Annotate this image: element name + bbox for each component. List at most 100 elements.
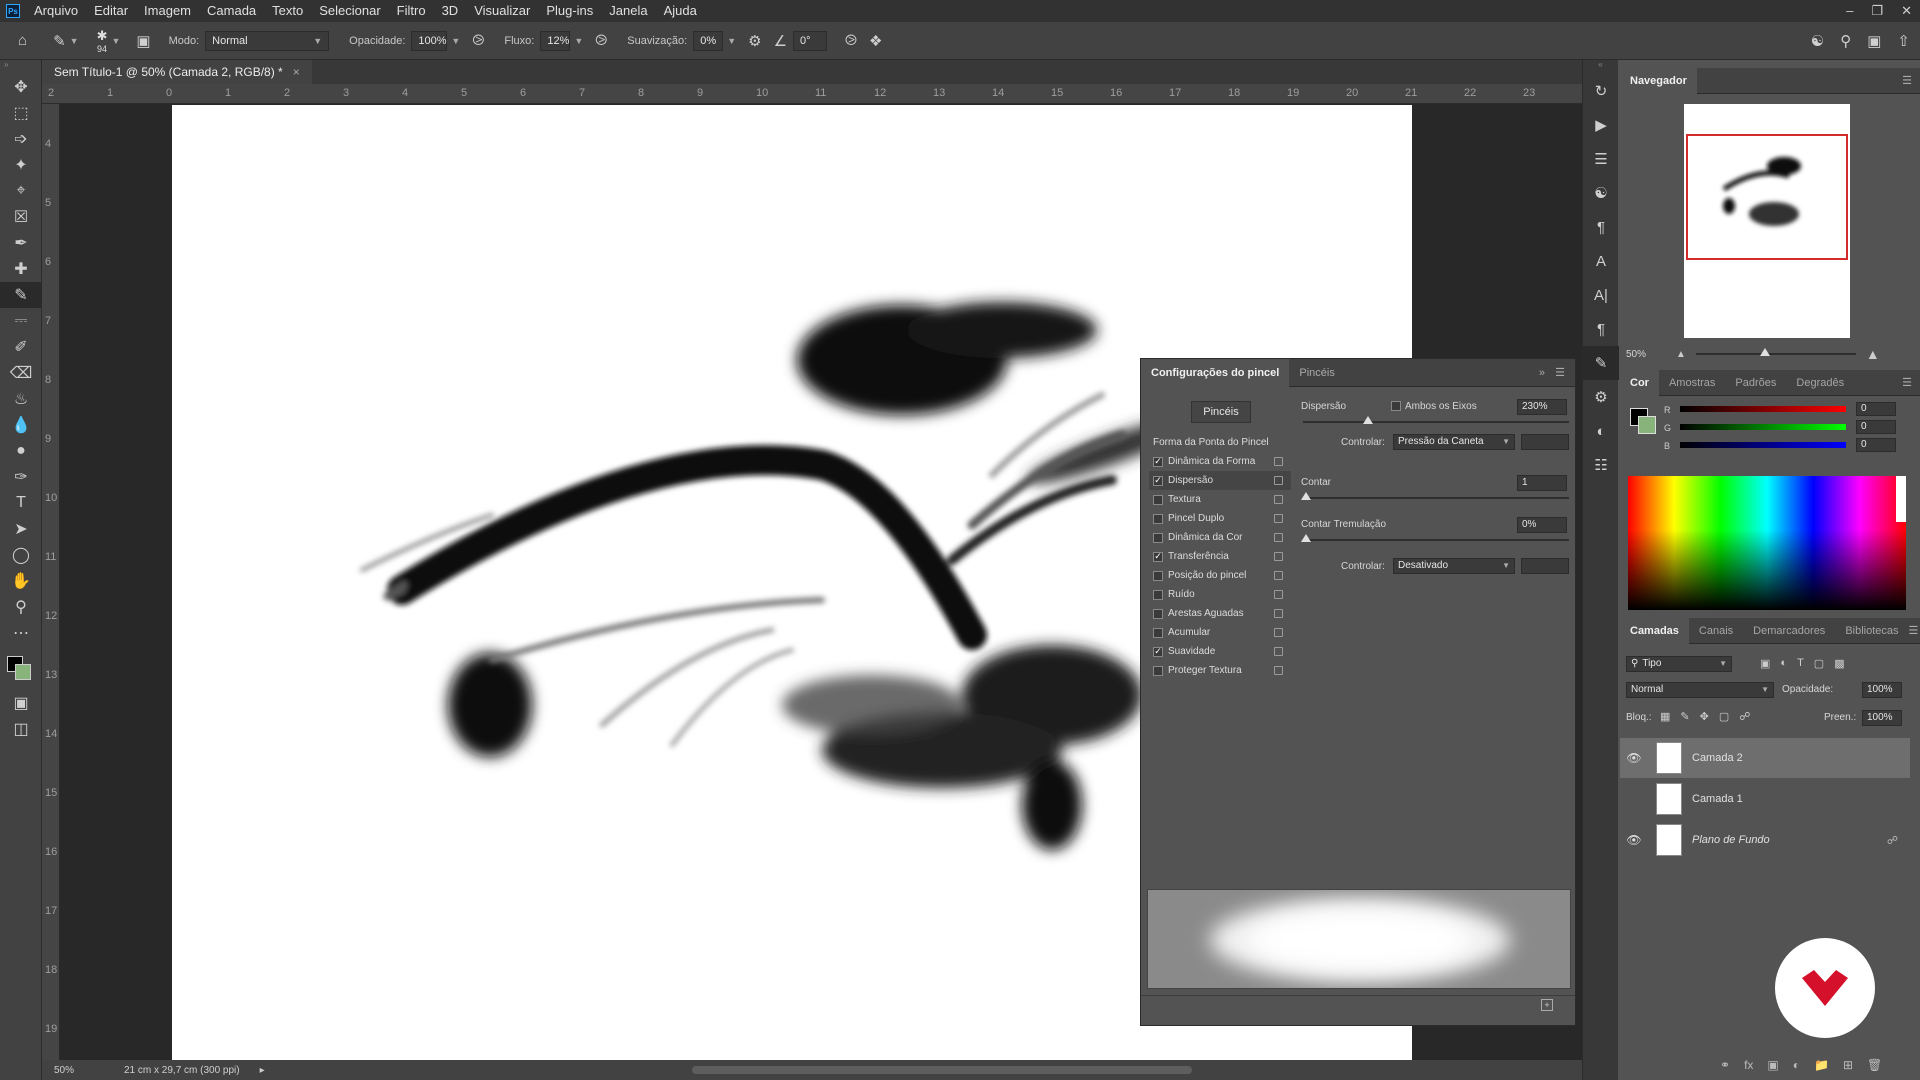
screen-mode-icon[interactable]: ◫ <box>0 716 42 742</box>
share-cloud-icon[interactable]: ☯ <box>1811 32 1824 50</box>
menu-imagem[interactable]: Imagem <box>136 0 199 22</box>
lasso-tool-icon[interactable]: ➩ <box>0 126 42 152</box>
brush-settings-toggle-icon[interactable]: ▣ <box>136 32 150 50</box>
r-slider[interactable] <box>1680 406 1846 412</box>
tab-brushes[interactable]: Pincéis <box>1289 359 1344 387</box>
brush-settings-icon[interactable]: ✎ <box>1583 346 1619 380</box>
filter-pixel-icon[interactable]: ▣ <box>1760 657 1770 670</box>
g-input[interactable]: 0 <box>1856 420 1896 434</box>
mask-icon[interactable]: ▣ <box>1767 1058 1778 1072</box>
checkbox[interactable] <box>1153 608 1163 619</box>
brushes-button[interactable]: Pincéis <box>1191 401 1251 423</box>
zoom-in-icon[interactable]: ▲ <box>1866 346 1880 362</box>
chevron-down-icon[interactable]: ▼ <box>111 36 120 46</box>
move-tool-icon[interactable]: ✥ <box>0 74 42 100</box>
lock-icon[interactable] <box>1274 666 1283 675</box>
character-styles-icon[interactable]: A <box>1583 244 1619 278</box>
properties-icon[interactable]: ⚙ <box>1583 380 1619 414</box>
ellipse-tool-icon[interactable]: ◯ <box>0 542 42 568</box>
brush-presets-icon[interactable]: ☯ <box>1583 176 1619 210</box>
chevron-down-icon[interactable]: ▼ <box>727 36 736 46</box>
lock-icon[interactable] <box>1274 628 1283 637</box>
share-icon[interactable]: ⇧ <box>1897 32 1910 50</box>
eraser-tool-icon[interactable]: ⌫ <box>0 360 42 386</box>
b-input[interactable]: 0 <box>1856 438 1896 452</box>
pen-tool-icon[interactable]: ✑ <box>0 464 42 490</box>
menu-editar[interactable]: Editar <box>86 0 136 22</box>
symmetry-icon[interactable]: ❖ <box>869 32 882 50</box>
g-slider[interactable] <box>1680 424 1846 430</box>
adjustment-layer-icon[interactable]: ◐ <box>1793 1058 1800 1072</box>
scatter-slider[interactable] <box>1303 421 1569 423</box>
document-tab[interactable]: Sem Título-1 @ 50% (Camada 2, RGB/8) * × <box>42 60 312 84</box>
scatter-input[interactable]: 230% <box>1517 399 1567 415</box>
filter-smart-object-icon[interactable]: ▩ <box>1834 657 1844 670</box>
collapse-panel-icon[interactable]: » <box>1539 367 1545 379</box>
close-icon[interactable]: ✕ <box>1901 0 1912 22</box>
lock-icon[interactable] <box>1274 514 1283 523</box>
magic-wand-tool-icon[interactable]: ✦ <box>0 152 42 178</box>
checkbox[interactable] <box>1153 570 1163 581</box>
count-jitter-input[interactable]: 0% <box>1517 517 1567 533</box>
menu-texto[interactable]: Texto <box>264 0 311 22</box>
count-jitter-slider[interactable] <box>1303 539 1569 541</box>
lock-icon[interactable] <box>1274 495 1283 504</box>
checkbox[interactable]: ✓ <box>1153 551 1163 562</box>
background-swatch[interactable] <box>1638 416 1656 434</box>
frame-tool-icon[interactable]: ☒ <box>0 204 42 230</box>
menu-filtro[interactable]: Filtro <box>389 0 434 22</box>
paint-bucket-tool-icon[interactable]: ♨ <box>0 386 42 412</box>
new-brush-icon[interactable]: + <box>1541 999 1553 1011</box>
navigator-zoom-value[interactable]: 50% <box>1626 349 1676 360</box>
navigator-zoom-slider[interactable] <box>1695 348 1856 356</box>
tab-gradients[interactable]: Degradês <box>1786 370 1854 396</box>
actions-icon[interactable]: ▶ <box>1583 108 1619 142</box>
lock-icon[interactable] <box>1274 552 1283 561</box>
option-transfer[interactable]: ✓ Transferência <box>1149 547 1291 566</box>
ruler-icon[interactable]: ☰ <box>1583 142 1619 176</box>
lock-icon[interactable] <box>1274 647 1283 656</box>
control-fade-input[interactable] <box>1521 434 1569 450</box>
smoothing-input[interactable]: 0% <box>693 30 724 51</box>
navigator-view-box[interactable] <box>1686 134 1848 260</box>
menu-visualizar[interactable]: Visualizar <box>466 0 538 22</box>
checkbox[interactable] <box>1153 627 1163 638</box>
lock-icon[interactable] <box>1274 590 1283 599</box>
trash-icon[interactable]: 🗑 <box>1867 1058 1882 1072</box>
count-slider[interactable] <box>1303 497 1569 499</box>
angle-input[interactable]: 0° <box>793 30 828 51</box>
mode-select[interactable]: Normal ▼ <box>205 30 330 51</box>
checkbox[interactable]: ✓ <box>1153 475 1163 486</box>
tab-swatches[interactable]: Amostras <box>1659 370 1725 396</box>
blur-tool-icon[interactable]: 💧 <box>0 412 42 438</box>
b-slider[interactable] <box>1680 442 1846 448</box>
control2-fade-input[interactable] <box>1521 558 1569 574</box>
tab-patterns[interactable]: Padrões <box>1725 370 1786 396</box>
restore-icon[interactable]: ❐ <box>1871 0 1883 22</box>
panel-menu-icon[interactable]: ☰ <box>1909 624 1919 637</box>
healing-brush-tool-icon[interactable]: ✚ <box>0 256 42 282</box>
option-build-up[interactable]: Acumular <box>1149 623 1291 642</box>
control2-select[interactable]: Desativado ▼ <box>1393 558 1515 574</box>
zoom-tool-icon[interactable]: ⚲ <box>0 594 42 620</box>
checkbox[interactable] <box>1153 513 1163 524</box>
checkbox[interactable] <box>1153 532 1163 543</box>
r-input[interactable]: 0 <box>1856 402 1896 416</box>
chevron-down-icon[interactable]: ▼ <box>70 36 79 46</box>
brush-tool-icon[interactable]: ✎ <box>53 32 66 50</box>
option-brush-pose[interactable]: Posição do pincel <box>1149 566 1291 585</box>
color-swatches[interactable] <box>0 646 41 690</box>
clone-stamp-tool-icon[interactable]: ⎓ <box>0 308 42 334</box>
chevron-down-icon[interactable]: ▼ <box>451 36 460 46</box>
eye-icon[interactable]: 👁 <box>1620 833 1648 847</box>
lock-icon[interactable]: ☍ <box>1887 834 1898 847</box>
brush-preset-picker[interactable]: ✱ 94 <box>97 28 108 54</box>
checkbox[interactable]: ✓ <box>1153 456 1163 467</box>
adjustments-icon[interactable]: ◐ <box>1583 414 1619 448</box>
workspace-icon[interactable]: ▣ <box>1867 32 1881 50</box>
type-tool-icon[interactable]: T <box>0 490 42 516</box>
eye-icon[interactable]: 👁 <box>1620 751 1648 765</box>
control-select[interactable]: Pressão da Caneta ▼ <box>1393 434 1515 450</box>
brush-tip-shape-header[interactable]: Forma da Ponta do Pincel <box>1149 433 1291 452</box>
filter-adjustment-icon[interactable]: ◐ <box>1780 657 1787 670</box>
